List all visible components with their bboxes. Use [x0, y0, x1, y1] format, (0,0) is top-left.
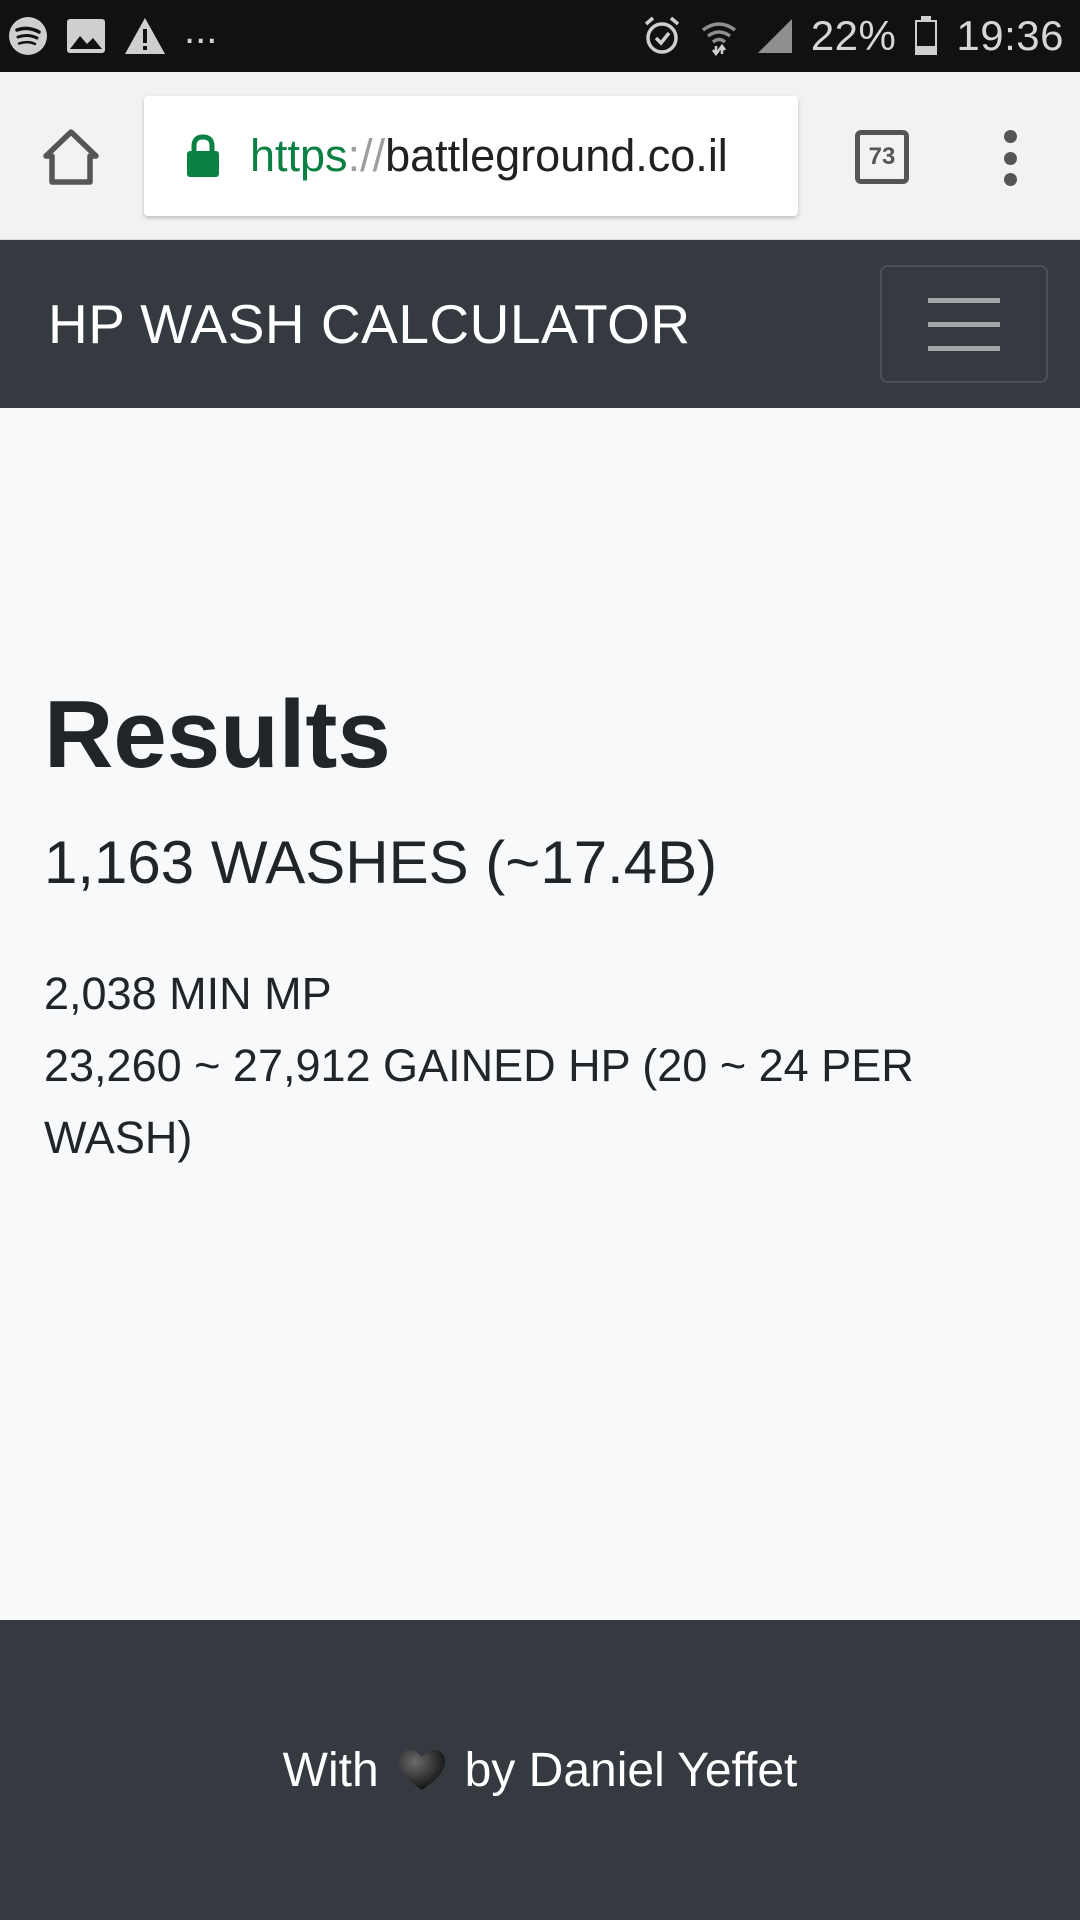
footer-with-text: With [282, 1743, 379, 1797]
hamburger-line-icon [928, 297, 1000, 303]
main-content: Results 1,163 WASHES (~17.4B) 2,038 MIN … [0, 408, 1080, 1620]
hamburger-line-icon [928, 345, 1000, 351]
hamburger-line-icon [928, 321, 1000, 327]
status-bar: ... 22% 19:36 [0, 0, 1080, 72]
url-scheme: https [250, 130, 348, 181]
tab-switcher-button[interactable]: 73 [855, 130, 909, 184]
spotify-icon [8, 16, 48, 56]
heart-icon [398, 1750, 445, 1790]
clock: 19:36 [956, 12, 1064, 59]
cellular-signal-icon [757, 18, 793, 54]
tab-count: 73 [868, 143, 896, 170]
more-notifications-indicator: ... [184, 8, 218, 52]
navbar-brand[interactable]: HP WASH CALCULATOR [48, 292, 691, 356]
washes-summary: 1,163 WASHES (~17.4B) [44, 829, 718, 896]
site-navbar: HP WASH CALCULATOR [0, 240, 1080, 408]
battery-percent: 22% [810, 12, 897, 59]
browser-toolbar: https://battleground.co.il 73 [0, 72, 1080, 240]
menu-dot-icon [1003, 130, 1017, 143]
results-details: 2,038 MIN MP 23,260 ~ 27,912 GAINED HP (… [44, 958, 1004, 1174]
navbar-toggler-button[interactable] [880, 265, 1048, 383]
alarm-icon [643, 16, 681, 56]
lock-icon [187, 134, 219, 177]
results-heading: Results [44, 681, 391, 788]
wifi-icon [699, 16, 739, 56]
site-footer: With by Daniel Yeffet [0, 1620, 1080, 1920]
page: ... 22% 19:36 https://battleground.co.il… [0, 0, 1080, 1920]
status-bar-system: 22% 19:36 [643, 12, 1064, 60]
url-separator: :// [347, 130, 386, 181]
home-button[interactable] [40, 126, 102, 188]
battery-icon [914, 16, 938, 56]
warning-icon [124, 17, 166, 55]
footer-credit: With by Daniel Yeffet [283, 1743, 798, 1798]
url-host: battleground.co.il [385, 130, 728, 181]
status-bar-notifications: ... [8, 10, 217, 56]
menu-dot-icon [1003, 173, 1017, 186]
url-text[interactable]: https://battleground.co.il [250, 130, 728, 182]
home-icon [43, 129, 99, 185]
gained-hp-line: 23,260 ~ 27,912 GAINED HP (20 ~ 24 PER W… [44, 1040, 914, 1163]
image-icon [66, 18, 106, 54]
address-bar[interactable]: https://battleground.co.il [144, 96, 798, 216]
min-mp-line: 2,038 MIN MP [44, 968, 332, 1019]
menu-dot-icon [1003, 151, 1017, 165]
footer-author-text: by Daniel Yeffet [464, 1743, 798, 1797]
browser-menu-button[interactable] [998, 130, 1022, 186]
